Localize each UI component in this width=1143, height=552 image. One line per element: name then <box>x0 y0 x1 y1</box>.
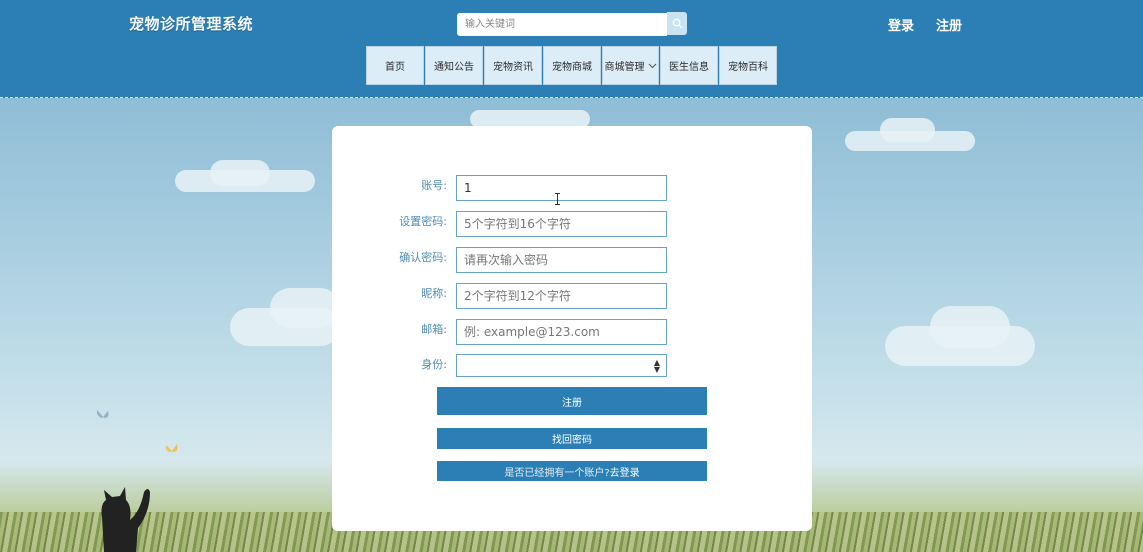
select-arrows-icon: ▲ ▼ <box>653 358 660 374</box>
account-row: 账号: <box>332 175 812 201</box>
password-input[interactable] <box>456 211 667 237</box>
role-row: 身份: ▲ ▼ <box>332 354 812 380</box>
chevron-down-icon <box>648 63 656 68</box>
search-bar <box>457 12 687 36</box>
nav-item-shop-management[interactable]: 商城管理 <box>602 46 659 85</box>
register-button[interactable]: 注册 <box>437 387 707 415</box>
go-login-bar: 是否已经拥有一个账户? 去登录 <box>437 461 707 481</box>
nickname-input[interactable] <box>456 283 667 309</box>
text-cursor-icon <box>555 193 560 205</box>
cat-silhouette <box>101 487 150 552</box>
role-label: 身份: <box>421 358 447 371</box>
email-label: 邮箱: <box>421 323 447 336</box>
main-nav: 首页 通知公告 宠物资讯 宠物商城 商城管理 医生信息 宠物百科 <box>366 46 777 85</box>
nav-item-pet-news[interactable]: 宠物资讯 <box>484 46 542 85</box>
butterfly-icon <box>165 444 178 452</box>
account-label: 账号: <box>421 179 447 192</box>
nav-item-pet-encyclopedia[interactable]: 宠物百科 <box>719 46 777 85</box>
cloud <box>210 160 270 186</box>
account-input[interactable] <box>456 175 667 201</box>
cloud <box>880 118 935 142</box>
register-link[interactable]: 注册 <box>936 15 962 34</box>
nav-item-home[interactable]: 首页 <box>366 46 424 85</box>
register-card: 账号: 设置密码: 确认密码: 昵称: 邮箱: 身份: ▲▼ 注册 找回密码 是… <box>332 126 812 531</box>
role-select[interactable]: ▲ ▼ <box>456 354 667 377</box>
cloud <box>270 288 340 328</box>
nickname-row: 昵称: <box>332 283 812 309</box>
email-row: 邮箱: <box>332 319 812 345</box>
confirm-password-input[interactable] <box>456 247 667 273</box>
password-row: 设置密码: <box>332 211 812 237</box>
cloud <box>930 306 1010 348</box>
search-icon <box>672 18 683 29</box>
go-login-link[interactable]: 去登录 <box>610 464 640 479</box>
login-prompt: 是否已经拥有一个账户? <box>504 467 610 479</box>
forgot-password-button[interactable]: 找回密码 <box>437 428 707 449</box>
nickname-label: 昵称: <box>421 287 447 300</box>
nav-item-label: 商城管理 <box>604 62 645 73</box>
email-input[interactable] <box>456 319 667 345</box>
search-input[interactable] <box>457 13 667 36</box>
confirm-password-label: 确认密码: <box>399 251 447 264</box>
site-title: 宠物诊所管理系统 <box>129 15 254 33</box>
header: 宠物诊所管理系统 登录 注册 首页 通知公告 宠物资讯 宠物商城 商城管理 医生… <box>0 0 1143 98</box>
butterfly-icon <box>96 410 109 418</box>
password-label: 设置密码: <box>399 215 447 228</box>
nav-item-notices[interactable]: 通知公告 <box>425 46 483 85</box>
nav-item-pet-shop[interactable]: 宠物商城 <box>543 46 601 85</box>
confirm-password-row: 确认密码: <box>332 247 812 273</box>
nav-item-doctors[interactable]: 医生信息 <box>660 46 718 85</box>
search-button[interactable] <box>667 12 687 35</box>
login-link[interactable]: 登录 <box>888 15 914 34</box>
